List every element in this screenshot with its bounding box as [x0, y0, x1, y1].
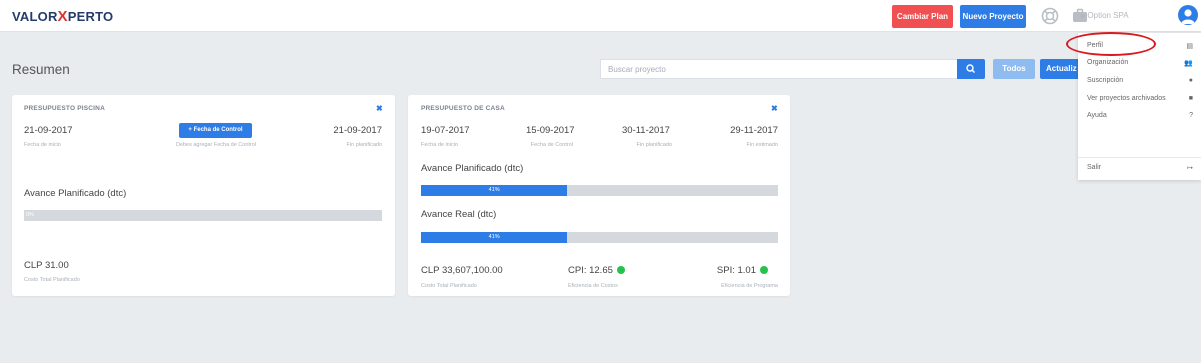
end-date-label: Fin planificado [346, 142, 382, 148]
control-date-label: Fecha de Control [530, 142, 573, 148]
cpi-label: Eficiencia de Costos [568, 283, 618, 289]
cpi-text: CPI: 12.65 [568, 265, 613, 276]
card-title: PRESUPUESTO PISCINA [24, 105, 105, 112]
planned-progress-bar: 41% [421, 185, 778, 196]
estimated-end-date: 29-11-2017 [730, 125, 778, 136]
menu-item-organizacion[interactable]: Organización 👥 [1087, 59, 1193, 67]
lifebuoy-icon[interactable] [1041, 7, 1059, 25]
archive-icon: ■ [1188, 95, 1193, 102]
company-selector[interactable]: ◆ Option SPA [1080, 11, 1129, 20]
cpi-value: CPI: 12.65 [568, 265, 625, 276]
help-icon: ? [1189, 112, 1193, 119]
planned-cost-label: Costo Total Planificado [24, 277, 80, 283]
planned-progress-title: Avance Planificado (dtc) [421, 163, 524, 174]
close-icon[interactable]: ✖ [771, 104, 778, 113]
user-avatar[interactable] [1178, 5, 1198, 25]
planned-progress-title: Avance Planificado (dtc) [24, 188, 127, 199]
real-progress-bar: 41% [421, 232, 778, 243]
search-icon [966, 64, 976, 74]
page-title: Resumen [12, 62, 70, 77]
menu-item-label: Organización [1087, 59, 1129, 66]
planned-cost: CLP 31.00 [24, 260, 69, 271]
close-icon[interactable]: ✖ [376, 104, 383, 113]
card-title: PRESUPUESTO DE CASA [421, 105, 505, 112]
planned-cost: CLP 33,607,100.00 [421, 265, 503, 276]
all-filter-button[interactable]: Todos [993, 59, 1035, 79]
company-name: Option SPA [1087, 11, 1129, 20]
estimated-end-date-label: Fin estimado [746, 142, 779, 148]
planned-end-date-label: Fin planificado [636, 142, 672, 148]
project-card-casa: PRESUPUESTO DE CASA ✖ 19-07-2017 Fecha d… [408, 95, 790, 296]
user-avatar-icon [1181, 9, 1195, 24]
search-input[interactable]: Buscar proyecto [600, 59, 957, 79]
add-control-date-button[interactable]: + Fecha de Control [179, 123, 252, 138]
menu-item-label: Ayuda [1087, 112, 1107, 119]
users-icon: 👥 [1184, 60, 1193, 67]
start-date: 19-07-2017 [421, 125, 470, 136]
new-project-button[interactable]: Nuevo Proyecto [960, 5, 1026, 28]
menu-item-salir[interactable]: Salir ↦ [1087, 164, 1193, 172]
top-navbar: VALORXPERTO Cambiar Plan Nuevo Proyecto … [0, 0, 1201, 32]
app-logo[interactable]: VALORXPERTO [12, 8, 113, 25]
spi-label: Eficiencia de Programa [721, 283, 778, 289]
spi-value: SPI: 1.01 [717, 265, 768, 276]
real-progress-fill: 41% [421, 232, 568, 243]
planned-progress-percent: 0% [26, 212, 34, 218]
menu-divider [1078, 157, 1201, 158]
cpi-status-dot [616, 266, 625, 274]
id-card-icon: ▤ [1186, 43, 1193, 50]
start-date-label: Fecha de inicio [24, 142, 61, 148]
end-date: 21-09-2017 [333, 125, 382, 136]
menu-item-ayuda[interactable]: Ayuda ? [1087, 112, 1193, 119]
project-card-piscina: PRESUPUESTO PISCINA ✖ 21-09-2017 Fecha d… [12, 95, 395, 296]
spi-status-dot [760, 266, 768, 274]
search-button[interactable] [957, 59, 985, 79]
logo-text-right: PERTO [67, 9, 114, 24]
perfil-highlight-annotation [1066, 32, 1156, 56]
logo-x: X [57, 8, 68, 25]
menu-item-label: Ver proyectos archivados [1087, 95, 1166, 102]
menu-item-label: Salir [1087, 164, 1102, 171]
spi-text: SPI: 1.01 [716, 265, 756, 276]
menu-item-archivados[interactable]: Ver proyectos archivados ■ [1087, 95, 1193, 102]
change-plan-button[interactable]: Cambiar Plan [892, 5, 953, 28]
real-progress-title: Avance Real (dtc) [421, 209, 497, 220]
control-date-label: Debes agregar Fecha de Control [175, 142, 257, 148]
menu-item-suscripcion[interactable]: Suscripción ● [1087, 77, 1193, 84]
sign-out-icon: ↦ [1187, 165, 1193, 172]
start-date: 21-09-2017 [24, 125, 73, 136]
update-button[interactable]: Actualiz [1040, 59, 1080, 79]
planned-progress-fill: 41% [421, 185, 568, 196]
menu-item-label: Suscripción [1087, 77, 1124, 84]
planned-cost-label: Costo Total Planificado [421, 283, 477, 289]
sort-caret-icon: ◆ [1080, 13, 1086, 20]
user-icon: ● [1188, 77, 1193, 84]
logo-text-left: VALOR [12, 9, 58, 24]
start-date-label: Fecha de inicio [421, 142, 458, 148]
planned-progress-bar: 0% [24, 210, 382, 221]
control-date: 15-09-2017 [526, 125, 575, 136]
planned-end-date: 30-11-2017 [622, 125, 670, 136]
